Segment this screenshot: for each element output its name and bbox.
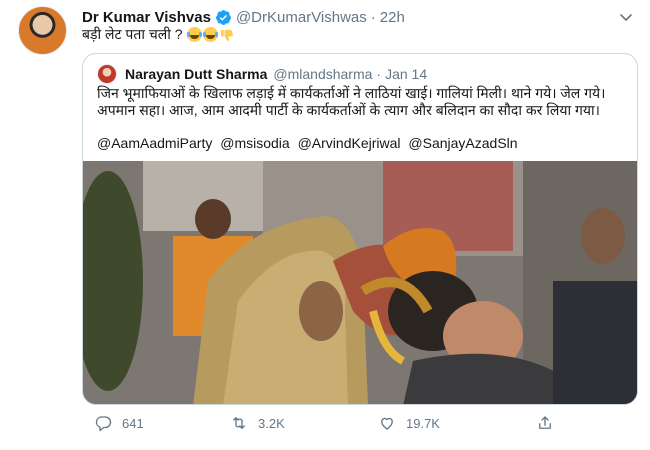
author-avatar[interactable] xyxy=(18,6,67,55)
quoted-tweet-photo[interactable] xyxy=(83,161,637,404)
like-count: 19.7K xyxy=(406,415,440,431)
like-button[interactable]: 19.7K xyxy=(378,412,440,434)
retweet-icon xyxy=(233,417,245,429)
quoted-tweet-header: Narayan Dutt Sharma @mlandsharma · Jan 1… xyxy=(97,64,427,84)
chevron-down-icon[interactable] xyxy=(618,9,634,25)
tweet-actions: 641 3.2K 19.7K xyxy=(82,412,582,434)
retweet-count: 3.2K xyxy=(258,415,285,431)
mention-link[interactable]: @AamAadmiParty xyxy=(97,135,212,151)
verified-badge-icon xyxy=(215,9,232,26)
retweet-button[interactable]: 3.2K xyxy=(230,412,285,434)
author-display-name[interactable]: Dr Kumar Vishvas xyxy=(82,9,211,26)
tweet-text: बड़ी लेट पता चली ? xyxy=(82,25,234,43)
quoted-tweet[interactable]: Narayan Dutt Sharma @mlandsharma · Jan 1… xyxy=(82,53,638,405)
mention-link[interactable]: @msisodia xyxy=(220,135,289,151)
quoted-tweet-timestamp: Jan 14 xyxy=(385,66,428,82)
tweet-text-content: बड़ी लेट पता चली ? xyxy=(82,26,183,42)
header-separator: · xyxy=(370,8,376,26)
share-button[interactable] xyxy=(536,412,564,434)
quoted-header-separator: · xyxy=(376,66,382,82)
reply-count: 641 xyxy=(122,415,144,431)
tweet-header: Dr Kumar Vishvas @DrKumarVishwas · 22h xyxy=(82,7,405,27)
mention-link[interactable]: @ArvindKejriwal xyxy=(298,135,401,151)
quoted-author-handle: @mlandsharma xyxy=(273,66,373,82)
face-with-tears-of-joy-icon xyxy=(186,26,202,42)
heart-icon xyxy=(381,417,393,430)
mention-link[interactable]: @SanjayAzadSln xyxy=(408,135,517,151)
quoted-author-display-name: Narayan Dutt Sharma xyxy=(125,66,268,82)
tweet-timestamp[interactable]: 22h xyxy=(380,9,405,26)
thumbs-down-icon xyxy=(219,27,234,42)
quoted-tweet-text: जिन भूमाफियाओं के खिलाफ लड़ाई में कार्यक… xyxy=(97,85,606,118)
tweet-card: Dr Kumar Vishvas @DrKumarVishwas · 22h ब… xyxy=(0,0,650,450)
quoted-author-avatar xyxy=(97,64,117,84)
reply-button[interactable]: 641 xyxy=(94,412,144,434)
quoted-tweet-mentions: @AamAadmiParty @msisodia @ArvindKejriwal… xyxy=(97,135,522,152)
share-icon xyxy=(539,416,551,429)
reply-icon xyxy=(95,416,112,432)
face-with-tears-of-joy-icon xyxy=(202,26,218,42)
author-handle[interactable]: @DrKumarVishwas xyxy=(236,9,367,26)
